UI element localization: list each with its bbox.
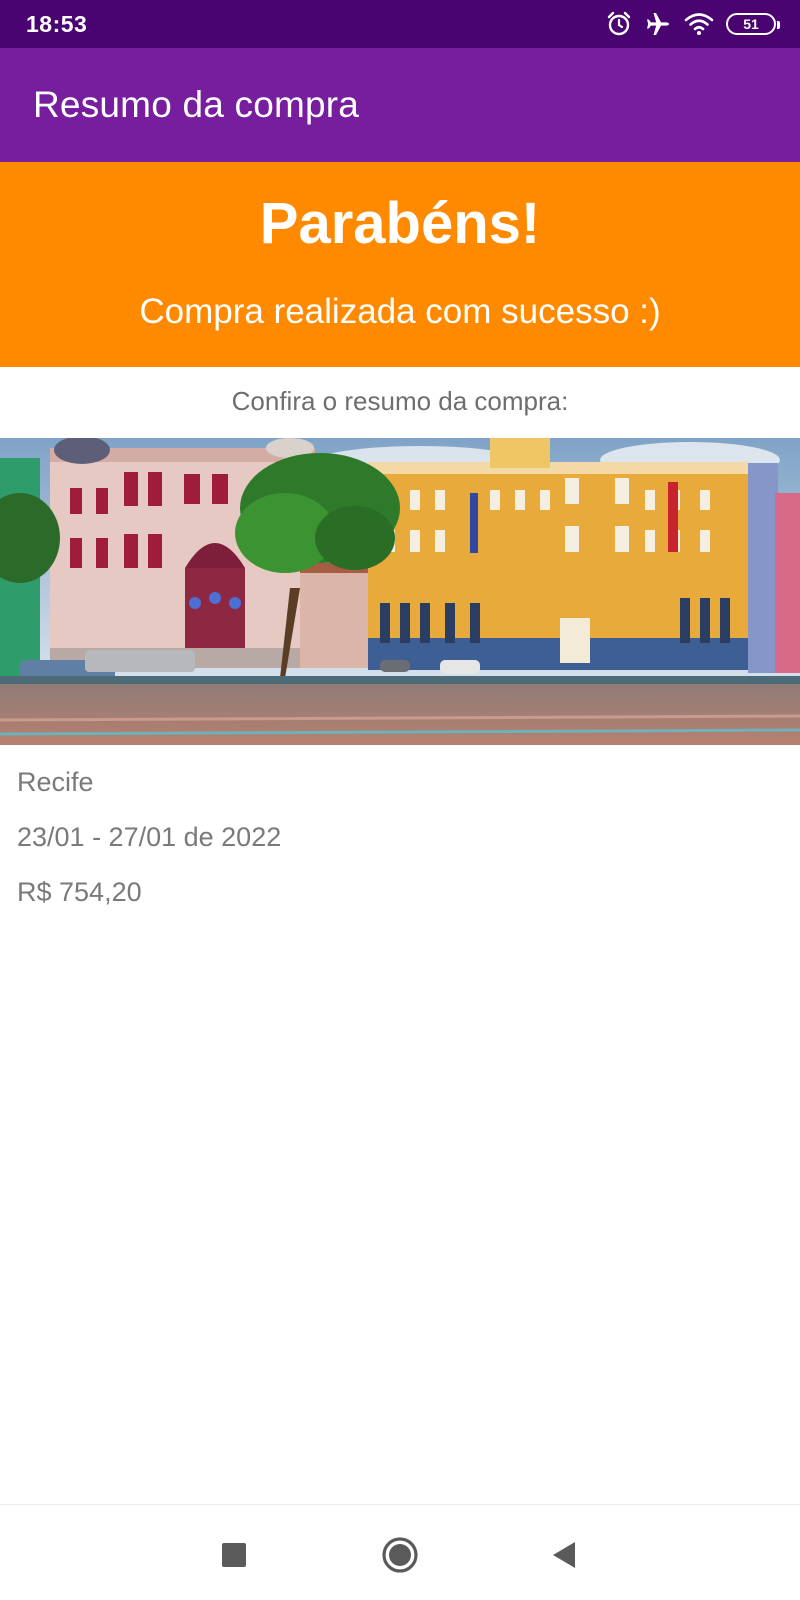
summary-label: Confira o resumo da compra: (231, 386, 569, 416)
app-bar: Resumo da compra (0, 48, 800, 162)
destination-city: Recife (17, 767, 94, 797)
status-time: 18:53 (26, 10, 88, 37)
banner-subtitle: Compra realizada com sucesso :) (139, 292, 661, 331)
trip-dates: 23/01 - 27/01 de 2022 (17, 822, 282, 852)
alarm-icon (606, 11, 632, 37)
back-triangle-icon[interactable] (544, 1535, 584, 1575)
page-title: Resumo da compra (33, 84, 360, 125)
trip-price: R$ 754,20 (17, 877, 142, 907)
home-circle-icon[interactable] (380, 1535, 420, 1575)
destination-image (0, 438, 800, 745)
banner-title: Parabéns! (259, 191, 541, 256)
success-banner: Parabéns! Compra realizada com sucesso :… (0, 162, 800, 367)
battery-icon: 51 (726, 13, 780, 35)
recents-square-icon[interactable] (214, 1535, 254, 1575)
wifi-icon (684, 12, 714, 36)
status-icons: 51 (606, 11, 780, 37)
purchase-details: Recife 23/01 - 27/01 de 2022 R$ 754,20 (17, 765, 281, 930)
airplane-mode-icon (644, 11, 672, 37)
navigation-bar (0, 1504, 800, 1600)
status-bar: 18:53 51 (0, 0, 800, 48)
